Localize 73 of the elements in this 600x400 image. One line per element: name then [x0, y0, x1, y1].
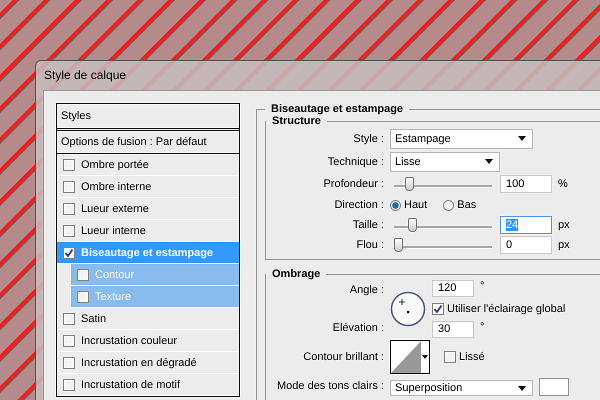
value-input[interactable]: 100	[500, 175, 552, 193]
style-label: Incrustation en dégradé	[81, 356, 197, 368]
color-swatch[interactable]	[539, 378, 569, 396]
style-item[interactable]: Satin	[57, 308, 239, 330]
group-title: Ombrage	[271, 268, 322, 280]
style-label: Texture	[95, 290, 132, 302]
field-label: Style :	[352, 132, 385, 144]
style-item[interactable]: Incrustation en dégradé	[57, 352, 239, 374]
caret-icon	[485, 159, 493, 164]
field-label: Elévation :	[332, 322, 385, 334]
highlight-mode-dropdown[interactable]: Superposition	[390, 380, 533, 396]
value-input[interactable]: 120	[432, 280, 474, 297]
style-item[interactable]: Ombre interne	[57, 176, 239, 198]
style-label: Ombre portée	[81, 158, 149, 170]
unit-label: °	[480, 280, 484, 292]
checkbox-label: Utiliser l'éclairage global	[447, 303, 566, 315]
radio-option[interactable]: Haut	[390, 199, 428, 211]
checkbox[interactable]	[63, 378, 75, 390]
list-header: Styles	[57, 104, 239, 131]
caret-icon	[422, 355, 428, 359]
checkbox[interactable]	[77, 268, 89, 280]
style-label: Satin	[81, 312, 106, 324]
style-label: Incrustation de motif	[81, 378, 180, 390]
field-label: Contour brillant :	[302, 351, 385, 363]
checkbox[interactable]	[63, 158, 75, 170]
value-input[interactable]: 0	[500, 236, 552, 254]
checkbox[interactable]	[63, 180, 75, 192]
field-label: Flou :	[355, 239, 385, 251]
caret-icon	[518, 386, 526, 390]
style-dropdown[interactable]: Estampage	[390, 128, 533, 148]
slider-thumb[interactable]	[394, 238, 403, 252]
checkbox[interactable]	[63, 202, 75, 214]
unit-label: °	[480, 321, 484, 333]
blending-options-item[interactable]: Options de fusion : Par défaut	[57, 131, 239, 154]
style-label: Lueur interne	[81, 224, 146, 236]
contour-picker[interactable]	[390, 340, 430, 374]
slider-thumb[interactable]	[404, 177, 414, 191]
slider-thumb[interactable]	[408, 218, 418, 232]
caret-icon	[518, 136, 526, 141]
field-label: Technique :	[326, 156, 385, 168]
style-label: Contour	[95, 268, 134, 280]
style-item[interactable]: Incrustation couleur	[57, 330, 239, 352]
style-label: Incrustation couleur	[81, 334, 177, 346]
checkbox[interactable]	[432, 303, 444, 315]
checkbox[interactable]	[63, 224, 75, 236]
unit-label: %	[558, 178, 568, 190]
window-title: Style de calque	[44, 68, 126, 82]
unit-label: px	[558, 239, 570, 251]
section-title: Biseautage et estampage	[270, 103, 404, 115]
checkbox[interactable]	[77, 290, 89, 302]
group-title: Structure	[271, 115, 322, 127]
style-item[interactable]: Lueur externe	[57, 198, 239, 220]
value-input[interactable]: 30	[432, 321, 474, 338]
field-label: Angle :	[348, 284, 385, 296]
checkbox[interactable]	[444, 351, 456, 363]
style-label: Lueur externe	[81, 202, 149, 214]
checkbox[interactable]	[63, 312, 75, 324]
unit-label: px	[558, 219, 570, 231]
field-label: Direction :	[333, 199, 385, 211]
checkbox[interactable]	[63, 334, 75, 346]
style-label: Ombre interne	[81, 180, 152, 192]
checkbox[interactable]	[63, 356, 75, 368]
style-item[interactable]: Ombre portée	[57, 154, 239, 176]
field-label: Profondeur :	[322, 178, 385, 190]
checkbox-label: Lissé	[459, 351, 485, 363]
style-item[interactable]: Incrustation de motif	[57, 374, 239, 396]
style-label: Biseautage et estampage	[81, 246, 214, 258]
field-label: Taille :	[352, 219, 385, 231]
angle-dial[interactable]	[390, 291, 426, 327]
radio-option[interactable]: Bas	[443, 199, 476, 211]
field-label: Mode des tons clairs :	[276, 380, 385, 392]
checkbox[interactable]	[63, 246, 75, 258]
technique-dropdown[interactable]: Lisse	[390, 152, 500, 172]
